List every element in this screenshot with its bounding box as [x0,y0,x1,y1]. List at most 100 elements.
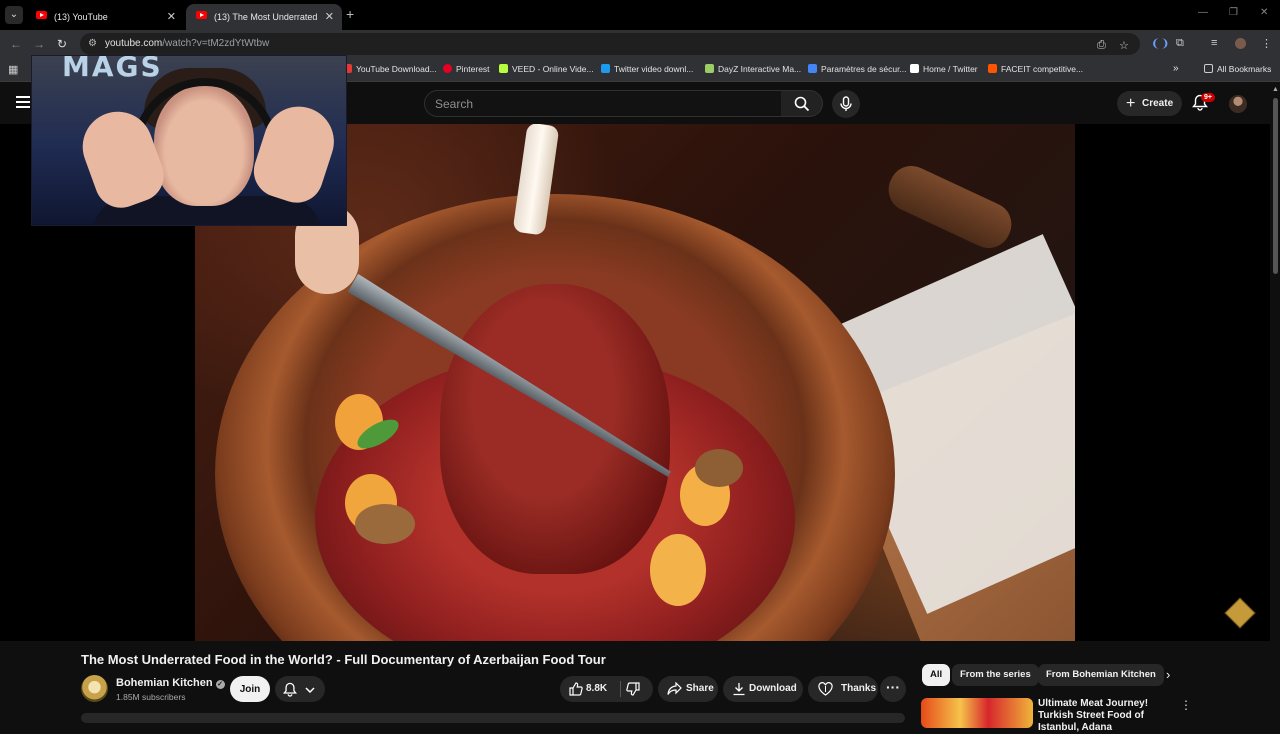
restore-icon[interactable]: ❐ [1229,7,1238,18]
bookmark-star-icon[interactable]: ☆ [1119,39,1129,52]
guide-menu-icon[interactable] [16,96,30,108]
voice-search-button[interactable] [832,90,860,118]
share-label: Share [686,683,714,694]
twitter-downloader-icon [601,64,610,73]
subscriber-count: 1.85M subscribers [116,692,186,702]
new-tab-icon[interactable]: + [346,6,354,22]
search-box[interactable] [424,90,782,117]
bookmark-item[interactable]: Twitter video downl... [601,64,693,74]
extensions-icon[interactable]: ⧉ [1176,37,1184,50]
channel-name[interactable]: Bohemian Kitchen ✓ [116,677,225,689]
browser-tab-strip: ⌄ (13) YouTube ✕ (13) The Most Underrate… [0,0,1280,30]
thanks-label: Thanks [841,683,877,694]
scroll-up-icon[interactable]: ▲ [1272,86,1279,93]
search-input[interactable] [435,97,765,111]
google-icon [808,64,817,73]
folder-icon [1204,64,1213,73]
tab-title: (13) The Most Underrated Food i [214,12,320,22]
search-button[interactable] [781,90,823,117]
close-tab-icon[interactable]: ✕ [325,7,334,27]
like-divider [620,681,621,697]
bookmark-item[interactable]: Pinterest [443,64,490,74]
media-controls-icon[interactable]: ❨❩ [1151,37,1169,50]
like-count[interactable]: 8.8K [586,676,607,702]
url-text: youtube.com/watch?v=tM2zdYtWtbw [105,38,270,49]
board-handle-image [881,158,1019,256]
chip-all[interactable]: All [922,664,951,686]
create-button[interactable]: + Create [1117,91,1182,116]
pinterest-icon [443,64,452,73]
recommended-video-thumbnail[interactable] [921,698,1033,728]
apps-grid-icon[interactable]: ▦ [8,63,18,76]
walnut-image [355,504,415,544]
video-title: The Most Underrated Food in the World? -… [81,652,606,667]
x-twitter-icon [910,64,919,73]
chevron-right-icon[interactable]: › [1166,667,1170,682]
browser-tab-active[interactable]: (13) The Most Underrated Food i ✕ [186,4,342,30]
bell-icon [283,682,297,697]
bookmark-item[interactable]: YouTube Download... [343,64,437,74]
download-label: Download [749,683,797,694]
more-vert-icon[interactable]: ⋮ [1180,698,1192,712]
back-icon[interactable]: ← [10,37,22,51]
join-button[interactable]: Join [230,676,270,702]
close-tab-icon[interactable]: ✕ [167,7,176,27]
create-label: Create [1142,98,1174,109]
chevron-down-icon [305,687,315,693]
address-bar[interactable]: ⚙ youtube.com/watch?v=tM2zdYtWtbw ⎙ ☆ [80,33,1140,55]
browser-menu-icon[interactable]: ⋮ [1261,37,1272,50]
tab-search-button[interactable]: ⌄ [5,6,23,24]
apricot-image [650,534,706,606]
download-icon [733,683,745,696]
minimize-icon[interactable]: — [1198,7,1208,18]
description-box[interactable] [81,713,905,723]
more-actions-button[interactable]: ··· [880,676,906,702]
site-info-icon[interactable]: ⚙ [88,38,97,49]
background-sign: MAGS [62,55,163,83]
bookmark-item[interactable]: Paramètres de sécur... [808,64,907,74]
bookmark-item[interactable]: Home / Twitter [910,64,978,74]
share-button[interactable]: Share [658,676,718,702]
all-bookmarks-folder[interactable]: All Bookmarks [1204,64,1271,74]
verified-check-icon: ✓ [215,680,225,689]
dayz-map-icon [705,64,714,73]
veed-icon [499,64,508,73]
window-close-icon[interactable]: ✕ [1260,7,1268,18]
walnut-image [695,449,743,487]
channel-avatar[interactable] [81,675,108,702]
thanks-button[interactable]: Thanks [808,676,878,702]
browser-tab[interactable]: (13) YouTube ✕ [26,4,184,30]
tab-title: (13) YouTube [54,12,108,22]
youtube-favicon-icon [36,11,47,19]
scrollbar-thumb[interactable] [1273,98,1278,274]
thumbs-down-icon[interactable] [626,682,640,696]
notification-count-badge: 9+ [1201,93,1215,102]
install-app-icon[interactable]: ⎙ [1097,39,1106,52]
faceit-icon [988,64,997,73]
lamb-shank-image [440,284,670,574]
webcam-overlay: MAGS [31,55,347,226]
thumbs-up-icon[interactable] [569,682,583,696]
forward-icon[interactable]: → [33,37,45,51]
browser-toolbar: ← → ↻ ⚙ youtube.com/watch?v=tM2zdYtWtbw … [0,30,1280,58]
plus-icon: + [1126,95,1136,112]
page-scrollbar[interactable]: ▲ [1271,84,1280,720]
bookmarks-overflow-icon[interactable]: » [1173,63,1179,74]
like-dislike-group: 8.8K [560,676,653,702]
chip-from-channel[interactable]: From Bohemian Kitchen [1038,664,1164,686]
microphone-icon [840,96,852,111]
bookmark-item[interactable]: DayZ Interactive Ma... [705,64,801,74]
subscription-bell-button[interactable] [275,676,325,702]
profile-avatar[interactable] [1235,38,1246,49]
recommended-video-title[interactable]: Ultimate Meat Journey! Turkish Street Fo… [1038,698,1178,734]
search-icon [794,96,810,112]
reading-list-icon[interactable]: ≡ [1211,37,1217,49]
account-avatar[interactable] [1229,95,1247,113]
chip-from-the-series[interactable]: From the series [952,664,1039,686]
reload-icon[interactable]: ↻ [57,37,67,51]
youtube-favicon-icon [196,11,207,19]
bookmark-item[interactable]: VEED - Online Vide... [499,64,594,74]
bookmark-item[interactable]: FACEIT competitive... [988,64,1083,74]
download-button[interactable]: Download [723,676,803,702]
thanks-heart-dollar-icon [818,682,833,696]
